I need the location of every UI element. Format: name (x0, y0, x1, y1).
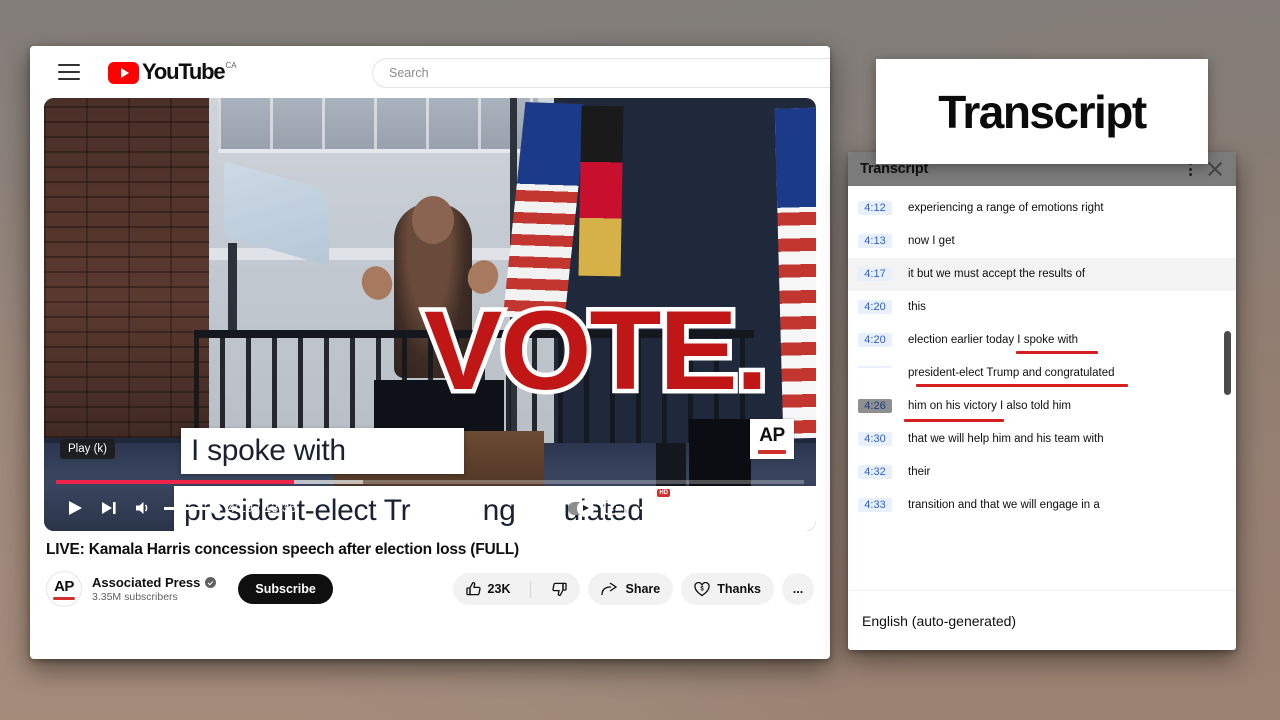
search-bar (372, 58, 830, 88)
transcript-text: transition and that we will engage in a (908, 499, 1100, 511)
youtube-wordmark: YouTube (142, 59, 226, 84)
progress-played (56, 480, 294, 484)
transcript-timestamp[interactable]: 4:13 (858, 234, 892, 248)
list-item[interactable]: 4:30 that we will help him and his team … (848, 423, 1236, 456)
like-dislike-group: 23K (452, 573, 581, 605)
hd-badge: HD (657, 489, 670, 497)
transcript-text: their (908, 466, 931, 478)
ap-watermark: AP (750, 419, 794, 459)
play-button[interactable] (58, 491, 92, 525)
search-input[interactable] (372, 58, 830, 88)
transcript-scrollbar[interactable] (1224, 331, 1231, 395)
volume-slider[interactable] (164, 502, 221, 514)
like-button[interactable]: 23K (453, 573, 524, 605)
svg-text:$: $ (701, 586, 705, 592)
youtube-header: YouTube CA (30, 46, 830, 98)
annotation-underline (916, 384, 1128, 387)
progress-bar[interactable] (56, 480, 804, 484)
transcript-text: president-elect Trump and congratulated (908, 367, 1115, 379)
subscribe-button[interactable]: Subscribe (238, 574, 333, 604)
player-controls: 4:19 / 13:36 HD (44, 485, 816, 531)
list-item[interactable]: 4:26 him on his victory I also told him (848, 390, 1236, 423)
youtube-logo[interactable]: YouTube CA (108, 60, 237, 84)
video-meta: LIVE: Kamala Harris concession speech af… (30, 531, 830, 607)
channel-row: AP Associated Press 3.35M subscribers Su… (46, 571, 814, 607)
annotation-underline (904, 419, 1004, 422)
miniplayer-button[interactable] (666, 491, 700, 525)
share-label: Share (625, 582, 661, 596)
list-item[interactable]: 4:20 election earlier today I spoke with (848, 324, 1236, 357)
subscriber-count: 3.35M subscribers (92, 591, 178, 603)
transcript-footer: English (auto-generated) (848, 590, 1236, 650)
like-count: 23K (487, 582, 511, 596)
transcript-text: experiencing a range of emotions right (908, 202, 1104, 214)
mute-button[interactable] (126, 491, 160, 525)
dislike-button[interactable] (538, 573, 580, 605)
transcript-text: it but we must accept the results of (908, 268, 1086, 280)
captions-button[interactable] (598, 491, 632, 525)
transcript-text: now I get (908, 235, 955, 247)
transcript-timestamp[interactable]: 4:20 (858, 300, 892, 314)
verified-badge-icon (205, 577, 217, 588)
caption-line-1: I spoke with (181, 428, 464, 474)
annotation-underline (1016, 351, 1098, 354)
transcript-zoom-overlay: Transcript (876, 59, 1208, 164)
transcript-timestamp[interactable]: 4:32 (858, 465, 892, 479)
transcript-list[interactable]: 4:12 experiencing a range of emotions ri… (848, 186, 1236, 590)
avatar[interactable]: AP (46, 571, 82, 607)
youtube-country-code: CA (225, 61, 237, 70)
fullscreen-button[interactable] (768, 491, 802, 525)
transcript-text: election earlier today I spoke with (908, 334, 1079, 346)
list-item[interactable]: 4:12 experiencing a range of emotions ri… (848, 192, 1236, 225)
action-buttons: 23K Share $ Thanks ... (452, 573, 814, 605)
list-item[interactable]: president-elect Trump and congratulated (848, 357, 1236, 390)
like-divider (530, 580, 532, 598)
channel-name-row[interactable]: Associated Press (92, 575, 217, 590)
thanks-label: Thanks (717, 582, 761, 596)
more-actions-button[interactable]: ... (782, 573, 814, 605)
transcript-timestamp[interactable]: 4:26 (858, 399, 892, 413)
transcript-text: him on his victory I also told him (908, 400, 1071, 412)
vote-overlay-text: VOTE. (419, 288, 773, 413)
transcript-text: this (908, 301, 926, 313)
transcript-timestamp[interactable]: 4:30 (858, 432, 892, 446)
transcript-zoom-text: Transcript (938, 85, 1147, 138)
thanks-button[interactable]: $ Thanks (681, 573, 774, 605)
cast-button[interactable] (734, 491, 768, 525)
list-item[interactable]: 4:17 it but we must accept the results o… (848, 258, 1236, 291)
hamburger-menu-icon[interactable] (58, 64, 80, 80)
transcript-panel: Transcript 4:12 experiencing a range of … (848, 152, 1236, 650)
transcript-timestamp[interactable]: 4:33 (858, 498, 892, 512)
ap-watermark-text: AP (759, 424, 785, 446)
next-button[interactable] (92, 491, 126, 525)
list-item[interactable]: 4:32 their (848, 456, 1236, 489)
transcript-text: that we will help him and his team with (908, 433, 1104, 445)
youtube-play-icon (108, 62, 139, 84)
share-button[interactable]: Share (588, 573, 674, 605)
avatar-underline (53, 597, 75, 600)
list-item[interactable]: 4:13 now I get (848, 225, 1236, 258)
ap-watermark-bar (758, 449, 786, 454)
list-item[interactable]: 4:20 this (848, 291, 1236, 324)
kebab-menu-icon[interactable] (1189, 162, 1192, 176)
channel-name: Associated Press (92, 575, 201, 590)
transcript-timestamp[interactable]: 4:12 (858, 201, 892, 215)
settings-button[interactable]: HD (632, 489, 670, 525)
list-item[interactable]: 4:33 transition and that we will engage … (848, 489, 1236, 522)
transcript-timestamp[interactable] (858, 366, 892, 368)
theater-button[interactable] (700, 491, 734, 525)
autoplay-toggle[interactable] (564, 491, 598, 525)
transcript-timestamp[interactable]: 4:17 (858, 267, 892, 281)
page-title: LIVE: Kamala Harris concession speech af… (46, 541, 520, 558)
time-display: 4:19 / 13:36 (228, 501, 297, 515)
avatar-text: AP (54, 578, 74, 595)
play-tooltip: Play (k) (60, 439, 115, 459)
transcript-timestamp[interactable]: 4:20 (858, 333, 892, 347)
close-icon[interactable] (1206, 160, 1224, 178)
channel-info: Associated Press 3.35M subscribers (92, 575, 217, 603)
language-selector[interactable]: English (auto-generated) (862, 613, 1016, 629)
